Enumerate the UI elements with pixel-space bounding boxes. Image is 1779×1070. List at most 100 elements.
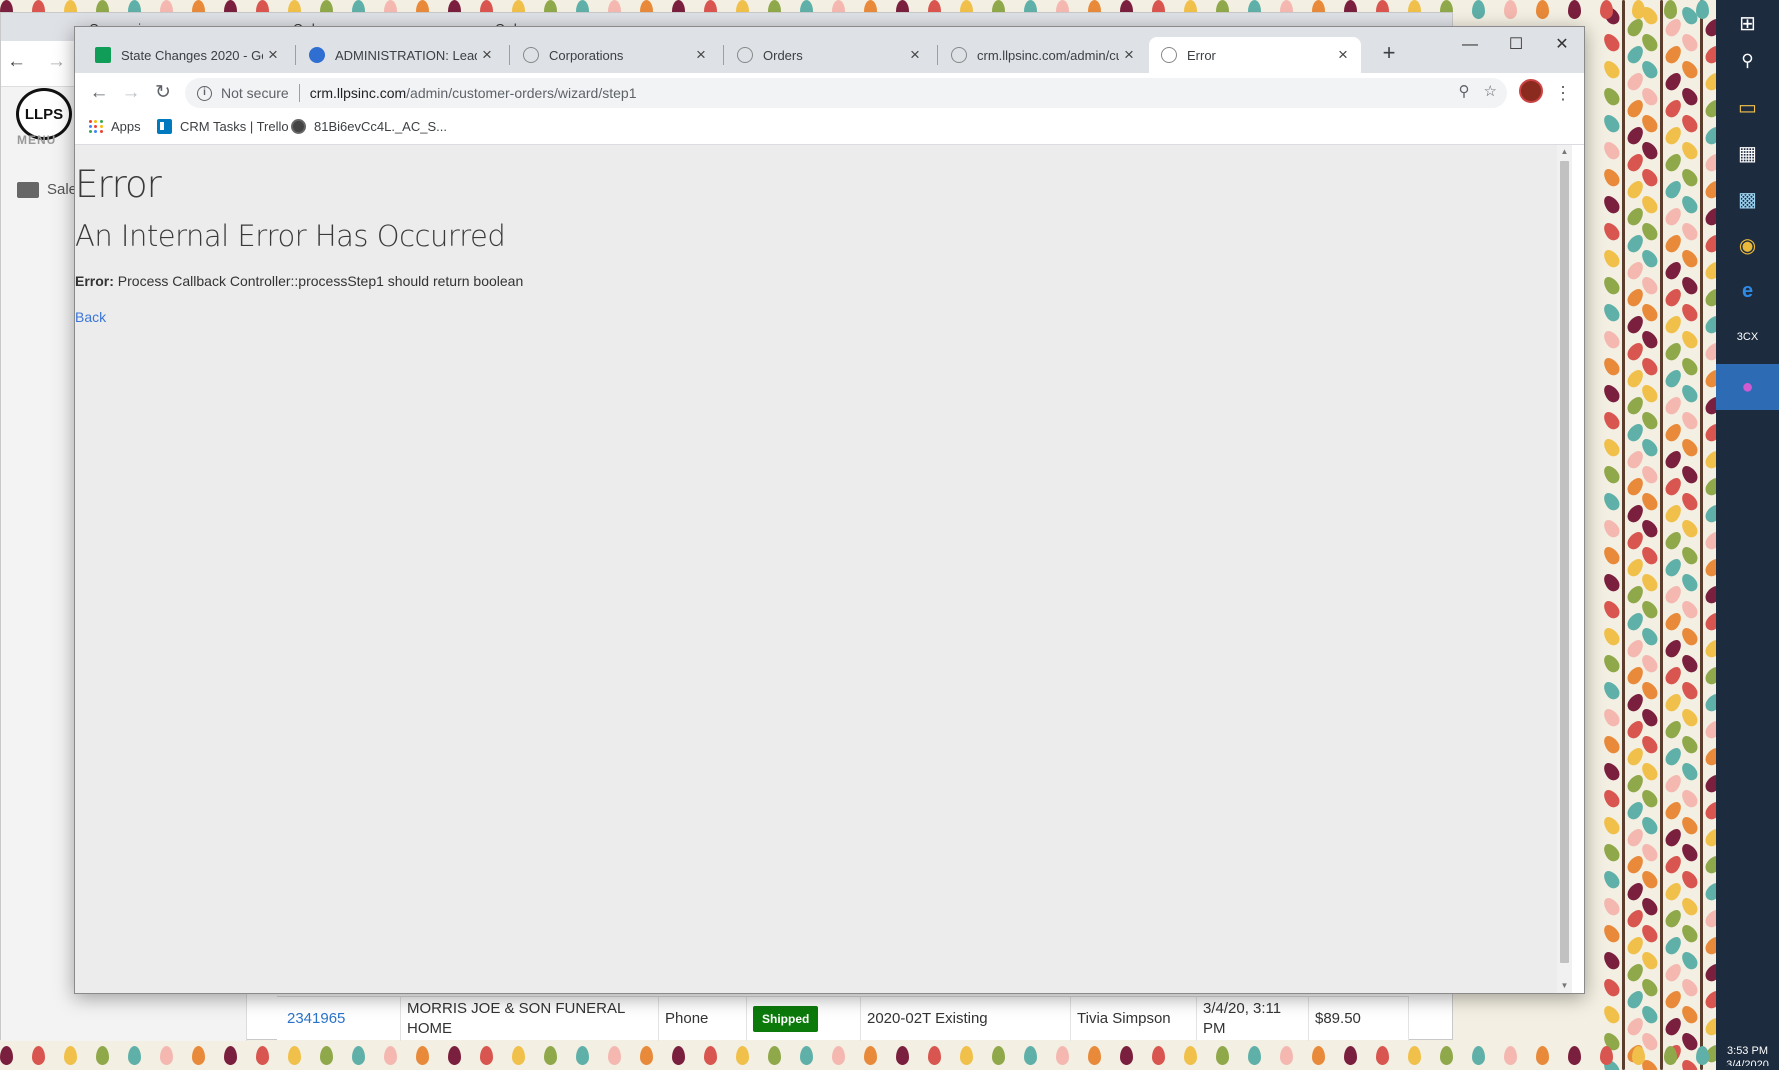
wallpaper-leaf — [1678, 489, 1701, 514]
forward-arrow-icon[interactable]: → — [47, 51, 66, 73]
forward-arrow-icon[interactable]: → — [117, 79, 145, 107]
wallpaper-leaf — [1600, 516, 1623, 541]
order-id-link[interactable]: 2341965 — [287, 1009, 345, 1029]
wallpaper-leaf — [608, 1046, 621, 1065]
wallpaper-leaf — [736, 1046, 749, 1065]
wallpaper-leaf — [1678, 327, 1701, 352]
wallpaper-leaf — [1678, 894, 1701, 919]
minimize-icon[interactable]: — — [1447, 31, 1493, 59]
maps-pin-icon[interactable]: ● — [1716, 364, 1779, 410]
wallpaper-leaf — [1600, 300, 1623, 325]
search-icon[interactable]: ⚲ — [1716, 38, 1779, 84]
wallpaper-leaf — [1120, 1046, 1133, 1065]
edge-icon[interactable]: e — [1716, 268, 1779, 314]
bookmark-label: 81Bi6evCc4L._AC_S... — [314, 119, 447, 134]
wallpaper-leaf — [1600, 813, 1623, 838]
tab-label: Orders — [763, 47, 803, 63]
wallpaper-leaf — [1678, 192, 1701, 217]
wallpaper-leaf — [1600, 651, 1623, 676]
wallpaper-leaf — [1678, 354, 1701, 379]
error-label: Error: — [75, 273, 114, 289]
more-menu-icon[interactable]: ⋮ — [1553, 79, 1573, 107]
wallpaper-leaf — [1662, 798, 1685, 823]
bookmark-image[interactable]: 81Bi6evCc4L._AC_S... — [291, 119, 447, 134]
back-link[interactable]: Back — [75, 309, 106, 325]
wallpaper-leaf — [288, 1046, 301, 1065]
zoom-icon[interactable]: ⚲ — [1459, 82, 1470, 100]
channel-cell: Phone — [659, 997, 747, 1041]
taskbar-clock[interactable]: 3:53 PM 3/4/2020 — [1716, 1044, 1779, 1066]
scrollbar-thumb[interactable] — [1560, 161, 1569, 963]
back-arrow-icon[interactable]: ← — [7, 51, 26, 73]
wallpaper-leaf — [1662, 258, 1685, 283]
wallpaper-leaf — [352, 1046, 365, 1065]
notepad-icon[interactable]: ▩ — [1716, 176, 1779, 222]
wallpaper-leaf — [1678, 138, 1701, 163]
browser-window[interactable]: State Changes 2020 - Goog × ADMINISTRATI… — [74, 26, 1585, 994]
wallpaper-leaf — [1536, 0, 1549, 19]
wallpaper-leaf — [1662, 15, 1685, 40]
tab-error[interactable]: Error × — [1149, 37, 1361, 73]
wallpaper-leaf — [1600, 624, 1623, 649]
table-row[interactable]: 2341965 MORRIS JOE & SON FUNERAL HOME Ph… — [277, 996, 1409, 1041]
wallpaper-leaf — [1662, 285, 1685, 310]
wallpaper-leaf — [1678, 84, 1701, 109]
browser-toolbar: ← → ↻ i Not secure crm.llpsinc.com/admin… — [75, 73, 1584, 113]
new-tab-button[interactable]: + — [1375, 39, 1403, 67]
bookmark-apps[interactable]: Apps — [89, 119, 141, 134]
wallpaper-leaf — [1678, 408, 1701, 433]
wallpaper-vine — [1622, 0, 1625, 1070]
tab-label: State Changes 2020 - Goog — [121, 47, 263, 63]
tab-crm-customer[interactable]: crm.llpsinc.com/admin/custo × — [939, 37, 1147, 73]
close-icon[interactable]: × — [905, 45, 925, 65]
close-icon[interactable]: × — [477, 45, 497, 65]
maximize-icon[interactable]: ☐ — [1493, 31, 1539, 59]
bookmark-trello[interactable]: CRM Tasks | Trello — [157, 119, 289, 134]
close-icon[interactable]: × — [1333, 45, 1353, 65]
wallpaper-leaf — [1662, 771, 1685, 796]
back-arrow-icon[interactable]: ← — [85, 79, 113, 107]
info-icon[interactable]: i — [197, 85, 212, 101]
close-icon[interactable]: × — [263, 45, 283, 65]
wallpaper-leaf — [1600, 1002, 1623, 1027]
security-label[interactable]: Not secure — [221, 85, 289, 101]
wallpaper-leaf — [1678, 624, 1701, 649]
tab-orders[interactable]: Orders × — [725, 37, 933, 73]
bookmarks-bar: Apps CRM Tasks | Trello 81Bi6evCc4L._AC_… — [75, 113, 1584, 145]
address-bar[interactable]: i Not secure crm.llpsinc.com/admin/custo… — [185, 78, 1507, 108]
wallpaper-leaf — [800, 1046, 813, 1065]
wallpaper-leaf — [1662, 96, 1685, 121]
3cx-icon[interactable]: 3CX — [1716, 314, 1779, 360]
tab-corporations[interactable]: Corporations × — [511, 37, 719, 73]
wallpaper-leaf — [1600, 462, 1623, 487]
close-icon[interactable]: × — [691, 45, 711, 65]
wallpaper-leaf — [1662, 528, 1685, 553]
wallpaper-leaf — [768, 1046, 781, 1065]
close-icon[interactable]: × — [1119, 45, 1139, 65]
chrome-icon[interactable]: ◉ — [1716, 222, 1779, 268]
tab-state-changes[interactable]: State Changes 2020 - Goog × — [83, 37, 291, 73]
wallpaper-leaf — [576, 1046, 589, 1065]
wallpaper-leaf — [1600, 138, 1623, 163]
bookmark-star-icon[interactable]: ☆ — [1484, 82, 1497, 100]
wallpaper-leaf — [1678, 57, 1701, 82]
sidebar-item-sales[interactable]: Sale — [17, 181, 77, 198]
page-icon — [523, 47, 539, 63]
wallpaper-leaf — [1662, 366, 1685, 391]
vertical-scrollbar[interactable]: ▲ ▼ — [1557, 145, 1572, 993]
reload-icon[interactable]: ↻ — [149, 79, 177, 107]
wallpaper-leaf — [1472, 1046, 1485, 1065]
window-close-icon[interactable]: ✕ — [1539, 31, 1585, 59]
scroll-up-icon[interactable]: ▲ — [1557, 145, 1572, 159]
wallpaper-leaf — [1600, 489, 1623, 514]
avatar[interactable] — [1519, 79, 1543, 103]
wallpaper-leaf — [1678, 273, 1701, 298]
wallpaper-leaf — [1600, 192, 1623, 217]
scroll-down-icon[interactable]: ▼ — [1557, 979, 1572, 993]
tab-administration[interactable]: ADMINISTRATION: Lead Sea × — [297, 37, 505, 73]
wallpaper-leaf — [1600, 759, 1623, 784]
file-explorer-icon[interactable]: ▭ — [1716, 84, 1779, 130]
wallpaper-leaf — [1662, 744, 1685, 769]
calculator-icon[interactable]: ▦ — [1716, 130, 1779, 176]
wallpaper-leaf — [1632, 0, 1645, 19]
